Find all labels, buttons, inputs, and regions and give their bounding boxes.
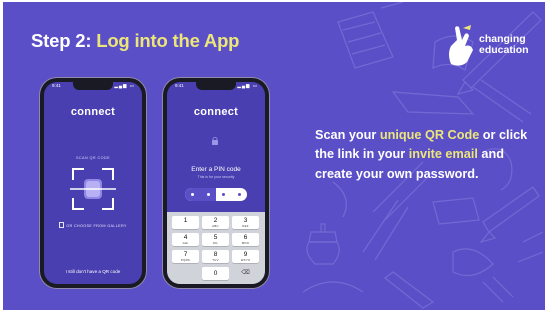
connect-logo: connect	[193, 106, 239, 118]
step-number: Step 2:	[31, 30, 92, 51]
keypad-key-3[interactable]: 3 DEF	[232, 216, 259, 229]
key-letters: GHI	[182, 241, 189, 245]
lock-icon	[212, 136, 218, 145]
keypad-key-0[interactable]: 0	[202, 267, 229, 280]
step-heading: Step 2: Log into the App	[31, 30, 239, 52]
key-letters: WXYZ	[240, 258, 251, 262]
changing-education-logo: changing education	[443, 24, 538, 72]
status-time: 9:41	[175, 83, 184, 88]
pin-indicator	[185, 188, 247, 201]
keypad-key-1[interactable]: 1	[172, 216, 199, 229]
keypad-key-8[interactable]: 8 TUV	[202, 250, 229, 263]
pin-dot	[222, 193, 226, 196]
keypad-key-9[interactable]: 9 WXYZ	[232, 250, 259, 263]
pin-title: Enter a PIN code	[191, 166, 241, 173]
pin-dot	[237, 193, 241, 196]
instructions-text: Scan your unique QR Code or click the li…	[315, 126, 530, 184]
no-qr-code-link[interactable]: I still don't have a QR code	[44, 269, 142, 274]
key-letters: JKL	[212, 241, 219, 245]
connect-logo: connect	[70, 106, 116, 118]
pin-progress-fill	[185, 188, 216, 201]
keypad-key-4[interactable]: 4 GHI	[172, 233, 199, 246]
key-number: 0	[213, 270, 218, 277]
key-letters: PQRS	[180, 258, 191, 262]
keypad-key-6[interactable]: 6 MNO	[232, 233, 259, 246]
qr-scanner-frame-icon[interactable]	[70, 166, 116, 212]
phone-qr-scan: 9:41 ▂▄▆ ▭ connect SCAN QR CODE OR CHOOS…	[40, 78, 146, 288]
keypad-key-7[interactable]: 7 PQRS	[172, 250, 199, 263]
status-icons: ▂▄▆ ▭	[237, 83, 258, 88]
key-letters: TUV	[212, 258, 219, 262]
key-letters: DEF	[242, 224, 249, 228]
brand-line-2: education	[479, 44, 529, 56]
brand-text: changing education	[479, 34, 529, 56]
scan-label: SCAN QR CODE	[75, 156, 111, 160]
keypad-backspace-icon[interactable]: ⌫	[232, 267, 259, 280]
gallery-label: OR CHOOSE FROM GALLERY	[66, 224, 127, 228]
hand-gesture-icon	[449, 25, 473, 66]
instr-highlight-qr: unique QR Code	[379, 128, 480, 142]
slide: Step 2: Log into the App changing educat…	[3, 2, 545, 310]
instr-part-1: Scan your	[315, 128, 380, 142]
key-letters: ABC	[212, 224, 219, 228]
pin-subtitle: This is for your security	[197, 175, 235, 179]
status-icons: ▂▄▆ ▭	[114, 83, 135, 88]
keypad-key-2[interactable]: 2 ABC	[202, 216, 229, 229]
phone-notch	[196, 82, 236, 90]
step-title: Log into the App	[96, 30, 240, 51]
pin-screen: 9:41 ▂▄▆ ▭ connect Enter a PIN code This…	[167, 82, 265, 284]
choose-from-gallery-link[interactable]: OR CHOOSE FROM GALLERY	[44, 222, 142, 228]
phone-notch	[73, 82, 113, 90]
key-letters: MNO	[241, 241, 250, 245]
qr-scan-screen: 9:41 ▂▄▆ ▭ connect SCAN QR CODE OR CHOOS…	[44, 82, 142, 284]
pin-dot	[206, 193, 210, 196]
instr-highlight-email: invite email	[408, 147, 478, 162]
key-number: 1	[183, 217, 188, 224]
gallery-icon	[59, 222, 65, 228]
phone-pin-entry: 9:41 ▂▄▆ ▭ connect Enter a PIN code This…	[163, 78, 269, 288]
keypad-key-5[interactable]: 5 JKL	[202, 233, 229, 246]
numeric-keypad: 1 2 ABC 3 DEF 4 GHI 5 JKL 6 MNO 7 PQRS 8 TUV 9 WXYZ 0 ⌫	[167, 212, 265, 284]
status-time: 9:41	[52, 83, 61, 88]
